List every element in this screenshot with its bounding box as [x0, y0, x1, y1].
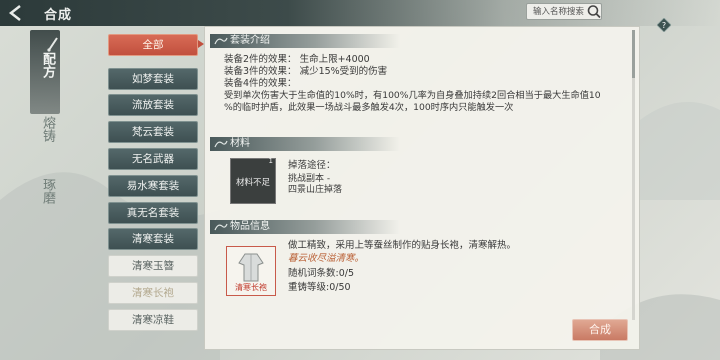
list-item-zhenwuming[interactable]: 真无名套装: [108, 202, 198, 224]
item-card-label: 清寒长袍: [235, 283, 267, 292]
svg-text:?: ?: [662, 21, 666, 30]
swirl-icon: [214, 140, 228, 148]
material-title: 材料: [230, 138, 250, 149]
list-item-wuming-weapon[interactable]: 无名武器: [108, 148, 198, 170]
item-description: 做工精致，采用上等蚕丝制作的贴身长袍，清寒解热。: [288, 240, 517, 251]
tab-casting[interactable]: 熔铸: [38, 116, 56, 147]
tab-polish-label: 琢磨: [40, 178, 55, 204]
back-arrow-icon: [8, 5, 21, 21]
drop-source-title: 掉落途径：: [288, 160, 336, 171]
list-item-qinghan[interactable]: 清寒套装: [108, 228, 198, 250]
section-header-material: 材料: [210, 137, 410, 151]
item-info-title: 物品信息: [230, 221, 270, 232]
set-list: 全部 如梦套装 流放套装 梵云套装 无名武器 易水寒套装 真无名套装 清寒套装 …: [100, 30, 202, 345]
set-effect-3: 装备3件的效果： 减少15%受到的伤害: [224, 66, 388, 77]
drop-source-line1: 挑战副本 -: [288, 174, 331, 184]
material-status: 材料不足: [235, 178, 270, 188]
section-header-set-intro: 套装介绍: [210, 34, 410, 48]
list-item-fanyun[interactable]: 梵云套装: [108, 121, 198, 143]
set-effect-4-label: 装备4件的效果：: [224, 78, 297, 89]
item-reforge-level: 重铸等级:0/50: [288, 282, 351, 293]
top-bar: [0, 0, 720, 26]
help-icon[interactable]: ?: [657, 18, 671, 32]
tab-recipe-label: 配方: [40, 52, 55, 78]
list-item-yishuihan[interactable]: 易水寒套装: [108, 175, 198, 197]
back-button[interactable]: [6, 4, 26, 22]
search-icon[interactable]: [586, 3, 602, 20]
material-count: 1: [268, 157, 273, 165]
drop-source-line2: 四景山庄掉落: [288, 185, 343, 195]
swirl-icon: [214, 37, 228, 45]
brush-icon: [47, 37, 58, 52]
set-effect-4-desc-1: 受到单次伤害大于生命值的10%时，有100%几率为自身叠加持续2回合相当于最大生…: [224, 90, 601, 101]
set-intro-title: 套装介绍: [230, 35, 270, 46]
tab-polish[interactable]: 琢磨: [38, 178, 56, 209]
item-card[interactable]: 清寒长袍: [226, 246, 276, 296]
item-affix-count: 随机词条数:0/5: [288, 268, 354, 279]
page-title: 合成: [44, 8, 73, 23]
section-header-item-info: 物品信息: [210, 220, 410, 234]
item-flavor-text: 暮云收尽溢清寒。: [288, 253, 365, 264]
material-slot[interactable]: 1 材料不足: [230, 157, 276, 204]
tab-recipe[interactable]: 配方: [38, 52, 56, 83]
list-item-rumeng[interactable]: 如梦套装: [108, 68, 198, 90]
scrollbar-thumb[interactable]: [632, 30, 635, 78]
list-subitem-qinghan-yuzan[interactable]: 清寒玉簪: [108, 255, 198, 277]
swirl-icon: [214, 223, 228, 231]
list-subitem-qinghan-changpao[interactable]: 清寒长袍: [108, 282, 198, 304]
list-item-all[interactable]: 全部: [108, 34, 198, 56]
list-item-liufang[interactable]: 流放套装: [108, 94, 198, 116]
robe-icon: [238, 253, 264, 282]
craft-button[interactable]: 合成: [572, 319, 628, 341]
tab-casting-label: 熔铸: [40, 116, 55, 142]
list-subitem-qinghan-liangxie[interactable]: 清寒凉鞋: [108, 309, 198, 331]
set-effect-4-desc-2: %的临时护盾，此效果一场战斗最多触发4次，100时序内只能触发一次: [224, 102, 514, 113]
set-effect-2: 装备2件的效果： 生命上限+4000: [224, 54, 370, 65]
